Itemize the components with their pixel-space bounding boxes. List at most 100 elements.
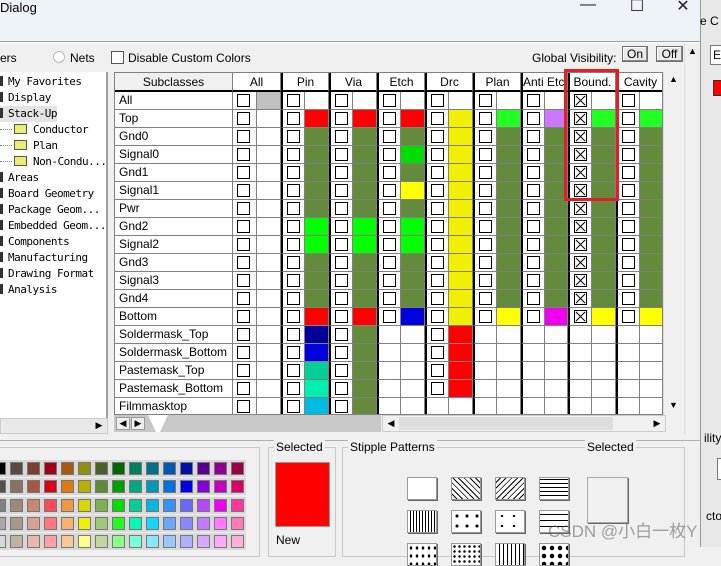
color-swatch[interactable] bbox=[497, 200, 521, 218]
color-swatch[interactable] bbox=[401, 128, 425, 146]
visibility-cell[interactable] bbox=[521, 398, 545, 414]
visibility-cell[interactable] bbox=[233, 200, 257, 218]
visibility-checkbox[interactable] bbox=[335, 310, 348, 323]
visibility-checkbox[interactable] bbox=[287, 328, 300, 341]
palette-color[interactable] bbox=[129, 480, 142, 494]
color-swatch[interactable] bbox=[305, 308, 329, 326]
visibility-checkbox[interactable] bbox=[237, 130, 250, 143]
visibility-cell[interactable] bbox=[281, 236, 305, 254]
visibility-cell[interactable] bbox=[521, 92, 545, 110]
color-swatch[interactable] bbox=[640, 308, 662, 326]
visibility-cell[interactable] bbox=[377, 146, 401, 164]
grid-vertical-scrollbar[interactable]: ▲ ▼ bbox=[663, 72, 683, 415]
color-swatch[interactable] bbox=[497, 326, 521, 344]
visibility-cell[interactable] bbox=[568, 290, 592, 308]
visibility-checkbox[interactable] bbox=[479, 184, 492, 197]
tree-horizontal-scrollbar[interactable]: ▶ bbox=[0, 418, 108, 434]
palette-color[interactable] bbox=[214, 535, 227, 549]
visibility-cell[interactable] bbox=[473, 218, 497, 236]
color-swatch[interactable] bbox=[545, 236, 568, 254]
visibility-cell[interactable] bbox=[473, 308, 497, 326]
visibility-checkbox[interactable] bbox=[479, 220, 492, 233]
visibility-checkbox[interactable] bbox=[383, 166, 396, 179]
palette-color[interactable] bbox=[44, 535, 57, 549]
color-swatch[interactable] bbox=[257, 92, 281, 110]
color-swatch[interactable] bbox=[257, 236, 281, 254]
tree-item[interactable]: Embedded Geom... bbox=[0, 218, 106, 234]
color-swatch[interactable] bbox=[257, 290, 281, 308]
visibility-cell[interactable] bbox=[233, 92, 257, 110]
visibility-checkbox[interactable] bbox=[383, 238, 396, 251]
visibility-cell[interactable] bbox=[616, 290, 640, 308]
color-swatch[interactable] bbox=[497, 92, 521, 110]
stipple-crosses[interactable] bbox=[495, 510, 525, 533]
color-swatch[interactable] bbox=[640, 200, 662, 218]
palette-color[interactable] bbox=[197, 516, 210, 530]
grid-column-header[interactable]: Pin bbox=[281, 73, 329, 92]
tab-next-icon[interactable]: ▶ bbox=[131, 417, 145, 430]
color-swatch[interactable] bbox=[592, 254, 616, 272]
visibility-checkbox[interactable] bbox=[527, 184, 540, 197]
palette-color[interactable] bbox=[95, 516, 108, 530]
visibility-checkbox[interactable] bbox=[479, 292, 492, 305]
palette-color[interactable] bbox=[129, 535, 142, 549]
color-swatch[interactable] bbox=[257, 398, 281, 414]
visibility-cell[interactable] bbox=[425, 326, 449, 344]
visibility-checkbox[interactable] bbox=[383, 130, 396, 143]
stipple-solid[interactable] bbox=[407, 477, 437, 500]
visibility-cell[interactable] bbox=[568, 362, 592, 380]
color-swatch[interactable] bbox=[640, 146, 662, 164]
visibility-cell[interactable] bbox=[616, 380, 640, 398]
color-swatch[interactable] bbox=[305, 254, 329, 272]
grid-column-header[interactable]: Plan bbox=[473, 73, 521, 92]
visibility-cell[interactable] bbox=[329, 182, 353, 200]
visibility-checkbox[interactable] bbox=[431, 238, 444, 251]
visibility-checkbox[interactable] bbox=[287, 166, 300, 179]
visibility-cell[interactable] bbox=[568, 380, 592, 398]
color-swatch[interactable] bbox=[592, 398, 616, 414]
visibility-cell[interactable] bbox=[425, 398, 449, 414]
visibility-checkbox[interactable] bbox=[574, 256, 587, 269]
visibility-cell[interactable] bbox=[616, 254, 640, 272]
color-swatch[interactable] bbox=[353, 254, 377, 272]
visibility-cell[interactable] bbox=[473, 380, 497, 398]
visibility-cell[interactable] bbox=[521, 218, 545, 236]
visibility-checkbox[interactable] bbox=[622, 238, 635, 251]
color-swatch[interactable] bbox=[592, 308, 616, 326]
visibility-cell[interactable] bbox=[425, 272, 449, 290]
stipple-triangles[interactable] bbox=[451, 510, 481, 533]
visibility-cell[interactable] bbox=[521, 290, 545, 308]
color-swatch[interactable] bbox=[592, 236, 616, 254]
visibility-cell[interactable] bbox=[329, 308, 353, 326]
visibility-cell[interactable] bbox=[377, 218, 401, 236]
expand-icon[interactable] bbox=[0, 92, 3, 102]
visibility-cell[interactable] bbox=[329, 326, 353, 344]
visibility-cell[interactable] bbox=[616, 92, 640, 110]
visibility-cell[interactable] bbox=[281, 398, 305, 414]
color-swatch[interactable] bbox=[305, 200, 329, 218]
visibility-cell[interactable] bbox=[473, 164, 497, 182]
visibility-cell[interactable] bbox=[521, 272, 545, 290]
visibility-cell[interactable] bbox=[377, 128, 401, 146]
visibility-checkbox[interactable] bbox=[622, 112, 635, 125]
palette-color[interactable] bbox=[10, 498, 23, 512]
visibility-cell[interactable] bbox=[425, 290, 449, 308]
visibility-checkbox[interactable] bbox=[237, 112, 250, 125]
visibility-checkbox[interactable] bbox=[237, 166, 250, 179]
color-swatch[interactable] bbox=[497, 128, 521, 146]
visibility-checkbox[interactable] bbox=[383, 310, 396, 323]
visibility-checkbox[interactable] bbox=[479, 238, 492, 251]
visibility-cell[interactable] bbox=[233, 362, 257, 380]
color-swatch[interactable] bbox=[401, 218, 425, 236]
color-swatch[interactable] bbox=[545, 218, 568, 236]
visibility-cell[interactable] bbox=[521, 344, 545, 362]
visibility-checkbox[interactable] bbox=[479, 130, 492, 143]
visibility-checkbox[interactable] bbox=[287, 274, 300, 287]
side-field[interactable] bbox=[717, 458, 721, 480]
palette-color[interactable] bbox=[214, 498, 227, 512]
tree-item[interactable]: Non-Condu... bbox=[0, 154, 106, 170]
visibility-checkbox[interactable] bbox=[287, 220, 300, 233]
tree-item[interactable]: Manufacturing bbox=[0, 250, 88, 266]
color-swatch[interactable] bbox=[305, 164, 329, 182]
visibility-cell[interactable] bbox=[425, 308, 449, 326]
